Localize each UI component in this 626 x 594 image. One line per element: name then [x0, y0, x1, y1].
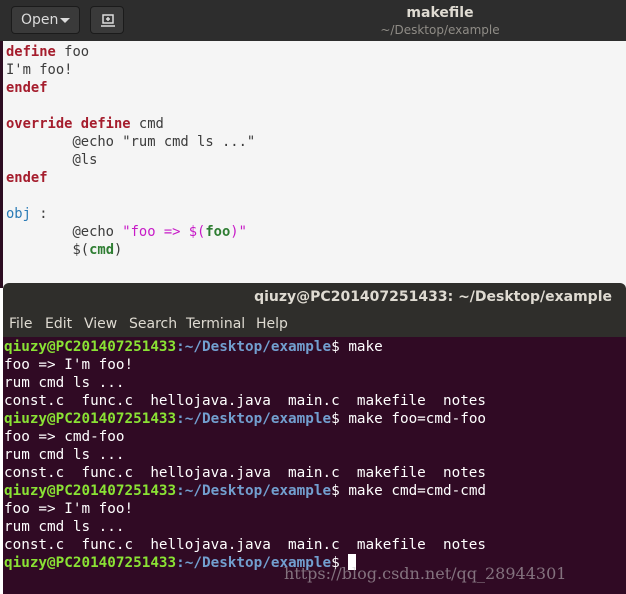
output-line: rum cmd ls ...: [4, 447, 125, 463]
prompt-symbol: $: [331, 339, 349, 355]
code-line-7: @ls: [6, 152, 98, 168]
prompt-user: qiuzy@PC201407251433: [4, 411, 177, 427]
terminal-window: qiuzy@PC201407251433: ~/Desktop/example …: [3, 283, 626, 594]
open-button-label: Open: [21, 12, 59, 28]
keyword: define: [80, 116, 131, 132]
variable-ref: cmd: [89, 242, 114, 258]
output-line: foo => cmd-foo: [4, 429, 125, 445]
code-line-11: @echo "foo => $(foo)": [6, 224, 247, 240]
code-line-10: obj :: [6, 206, 48, 222]
prompt-path: :~/Desktop/example: [176, 411, 332, 427]
keyword: endef: [6, 80, 48, 96]
command-text: make: [348, 339, 383, 355]
window-subtitle: ~/Desktop/example: [380, 23, 500, 37]
output-line: foo => I'm foo!: [4, 357, 134, 373]
menu-edit[interactable]: Edit: [45, 316, 72, 332]
prompt-symbol: $: [331, 411, 349, 427]
output-line: const.c func.c hellojava.java main.c mak…: [4, 465, 487, 481]
code-line-2: I'm foo!: [6, 62, 73, 78]
code-line-12: $(cmd): [6, 242, 122, 258]
output-line: const.c func.c hellojava.java main.c mak…: [4, 393, 487, 409]
editor-left-edge: [0, 41, 3, 288]
string-literal: )": [230, 224, 247, 240]
pin-icon: [101, 14, 115, 27]
menu-view[interactable]: View: [84, 316, 117, 332]
output-line: foo => I'm foo!: [4, 501, 134, 517]
new-document-button[interactable]: [90, 6, 124, 34]
menu-help[interactable]: Help: [256, 316, 288, 332]
watermark: https://blog.csdn.net/qq_28944301: [284, 564, 567, 583]
terminal-output: qiuzy@PC201407251433:~/Desktop/example$ …: [4, 338, 486, 572]
command-text: make foo=cmd-foo: [348, 411, 487, 427]
code-text: ): [114, 242, 123, 258]
output-line: rum cmd ls ...: [4, 375, 125, 391]
output-line: rum cmd ls ...: [4, 519, 125, 535]
string-literal: "foo => $(: [122, 224, 206, 240]
code-text: foo: [55, 44, 90, 60]
variable-ref: foo: [205, 224, 231, 240]
prompt-user: qiuzy@PC201407251433: [4, 483, 177, 499]
prompt-user: qiuzy@PC201407251433: [4, 339, 177, 355]
code-text: cmd: [130, 116, 164, 132]
terminal-title: qiuzy@PC201407251433: ~/Desktop/example: [254, 289, 612, 305]
menu-file[interactable]: File: [9, 316, 32, 332]
make-target: obj: [6, 206, 31, 222]
terminal-titlebar[interactable]: qiuzy@PC201407251433: ~/Desktop/example: [3, 283, 626, 313]
open-button[interactable]: Open: [11, 6, 80, 34]
terminal-body[interactable]: qiuzy@PC201407251433:~/Desktop/example$ …: [3, 337, 626, 594]
prompt-user: qiuzy@PC201407251433: [4, 555, 177, 571]
code-text: @echo: [6, 224, 123, 240]
menu-search[interactable]: Search: [129, 316, 177, 332]
prompt-symbol: $: [331, 483, 349, 499]
prompt-line: qiuzy@PC201407251433:~/Desktop/example$ …: [4, 483, 486, 499]
code-text: $(: [6, 242, 90, 258]
editor-window: Open makefile ~/Desktop/example define f…: [0, 0, 626, 288]
terminal-menubar: File Edit View Search Terminal Help: [3, 313, 626, 337]
window-title: makefile: [406, 5, 474, 21]
code-text: :: [30, 206, 48, 222]
prompt-line: qiuzy@PC201407251433:~/Desktop/example$ …: [4, 339, 383, 355]
keyword: override: [6, 116, 73, 132]
prompt-line: qiuzy@PC201407251433:~/Desktop/example$ …: [4, 411, 486, 427]
prompt-path: :~/Desktop/example: [176, 483, 332, 499]
chevron-down-icon: [60, 18, 70, 23]
editor-headerbar: Open makefile ~/Desktop/example: [0, 0, 626, 41]
code-content[interactable]: define foo I'm foo! endef override defin…: [6, 43, 255, 259]
code-line-6: @echo "rum cmd ls ...": [6, 134, 256, 150]
command-text: make cmd=cmd-cmd: [348, 483, 487, 499]
output-line: const.c func.c hellojava.java main.c mak…: [4, 537, 487, 553]
code-line-5: override define cmd: [6, 116, 164, 132]
prompt-path: :~/Desktop/example: [176, 339, 332, 355]
keyword: define: [6, 44, 56, 60]
code-line-1: define foo: [6, 44, 89, 60]
keyword: endef: [6, 170, 48, 186]
menu-terminal[interactable]: Terminal: [186, 316, 245, 332]
